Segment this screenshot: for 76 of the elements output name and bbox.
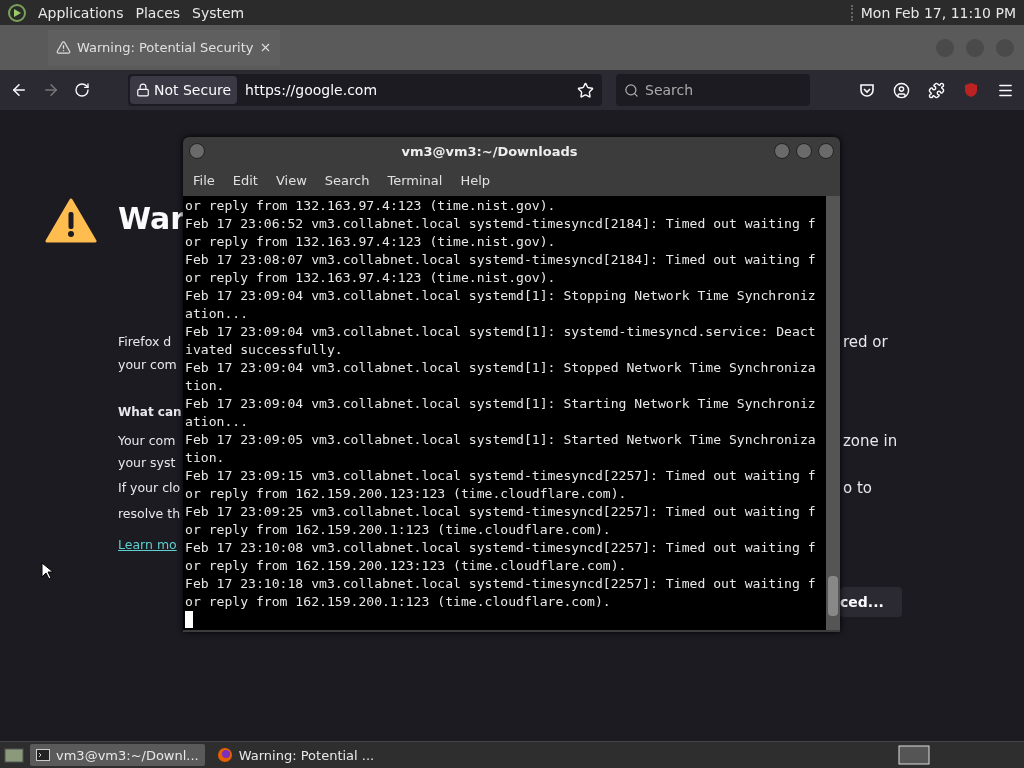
- scrollbar[interactable]: [826, 196, 840, 630]
- terminal-line: ation...: [185, 413, 250, 431]
- show-desktop-icon[interactable]: [4, 746, 24, 764]
- shield-icon[interactable]: [963, 81, 979, 98]
- terminal-line: Feb 17 23:10:08 vm3.collabnet.local systemd-timesyncd[2257]: Timed out waiting f: [185, 539, 817, 557]
- warning-icon: [56, 40, 71, 55]
- terminal-line: or reply from 132.163.97.4:123 (time.nist.gov).: [185, 269, 557, 287]
- menu-item[interactable]: Search: [324, 173, 370, 188]
- terminal-line: or reply from 162.159.200.123:123 (time.cloudflare.com).: [185, 485, 628, 503]
- back-icon[interactable]: [10, 81, 28, 99]
- section-heading: What can: [118, 404, 182, 421]
- terminal-line: Feb 17 23:09:04 vm3.collabnet.local systemd[1]: systemd-timesyncd.service: Deact: [185, 323, 817, 341]
- terminal-line: Feb 17 23:09:05 vm3.collabnet.local systemd[1]: Started Network Time Synchroniza: [185, 431, 817, 449]
- terminal-line: Feb 17 23:09:15 vm3.collabnet.local systemd-timesyncd[2257]: Timed out waiting f: [185, 467, 817, 485]
- body-text: Firefox d: [118, 333, 172, 351]
- panel-menu[interactable]: System: [192, 4, 245, 21]
- terminal-line: or reply from 132.163.97.4:123 (time.nist.gov).: [185, 233, 557, 251]
- page-heading: War: [118, 201, 186, 236]
- terminal-line: Feb 17 23:09:25 vm3.collabnet.local systemd-timesyncd[2257]: Timed out waiting f: [185, 503, 817, 521]
- terminal-line: tion.: [185, 449, 226, 467]
- advanced-button[interactable]: ced...: [840, 587, 902, 617]
- terminal-line: ivated successfully.: [185, 341, 344, 359]
- body-text: resolve th: [118, 505, 181, 523]
- text-cursor: [185, 611, 193, 628]
- menu-item[interactable]: Edit: [232, 173, 258, 188]
- terminal-line: Feb 17 23:08:07 vm3.collabnet.local systemd-timesyncd[2184]: Timed out waiting f: [185, 251, 817, 269]
- terminal-icon: [36, 749, 50, 761]
- menu-item[interactable]: View: [275, 173, 307, 188]
- close-button[interactable]: [818, 143, 834, 159]
- window-title: vm3@vm3:~/Downloads: [400, 143, 579, 159]
- url-text: https://google.com: [245, 82, 379, 98]
- terminal-line: or reply from 132.163.97.4:123 (time.nist.gov).: [185, 197, 557, 215]
- terminal-line: Feb 17 23:09:04 vm3.collabnet.local systemd[1]: Starting Network Time Synchroniz: [185, 395, 817, 413]
- menu-item[interactable]: Help: [460, 173, 491, 188]
- extensions-icon[interactable]: [928, 81, 945, 99]
- forward-icon[interactable]: [42, 81, 60, 99]
- browser-tab[interactable]: Warning: Potential Security: [48, 29, 281, 66]
- terminal-line: Feb 17 23:10:18 vm3.collabnet.local systemd-timesyncd[2257]: Timed out waiting f: [185, 575, 817, 593]
- clock[interactable]: Mon Feb 17, 11:10 PM: [850, 4, 1016, 21]
- terminal-line: Feb 17 23:09:04 vm3.collabnet.local systemd[1]: Stopped Network Time Synchroniza: [185, 359, 817, 377]
- distro-logo-icon[interactable]: [8, 3, 26, 22]
- body-text: red or: [842, 333, 888, 351]
- reload-icon[interactable]: [74, 82, 90, 98]
- search-icon: [624, 82, 639, 98]
- body-text: your com: [118, 356, 177, 374]
- taskbar-item[interactable]: Warning: Potential ...: [210, 744, 381, 766]
- maximize-button[interactable]: [796, 143, 812, 159]
- body-text: If your clo: [118, 479, 181, 497]
- terminal-line: or reply from 162.159.200.123:123 (time.cloudflare.com).: [185, 557, 628, 575]
- mouse-pointer-icon: [41, 562, 53, 580]
- terminal-line: or reply from 162.159.200.1:123 (time.cloudflare.com).: [185, 521, 612, 539]
- terminal-line: Feb 17 23:06:52 vm3.collabnet.local systemd-timesyncd[2184]: Timed out waiting f: [185, 215, 817, 233]
- menu-item[interactable]: Terminal: [387, 173, 443, 188]
- window-menu-button[interactable]: [189, 143, 205, 159]
- panel-menu[interactable]: Places: [135, 4, 181, 21]
- terminal-line: Feb 17 23:09:04 vm3.collabnet.local systemd[1]: Stopping Network Time Synchroniz: [185, 287, 817, 305]
- panel-menu[interactable]: Applications: [38, 4, 124, 21]
- minimize-button[interactable]: [774, 143, 790, 159]
- browser-icon: [216, 747, 233, 763]
- body-text: Your com: [118, 432, 176, 450]
- security-indicator[interactable]: Not Secure: [130, 76, 238, 104]
- url-bar[interactable]: Not Secure https://google.com: [128, 74, 602, 106]
- bookmark-star-icon[interactable]: [577, 81, 594, 99]
- learn-more-link[interactable]: Learn mo: [118, 525, 177, 565]
- terminal-line: tion.: [185, 377, 226, 395]
- search-field[interactable]: Search: [616, 74, 810, 106]
- warning-icon: [45, 198, 97, 244]
- body-text: o to: [842, 479, 872, 497]
- account-icon[interactable]: [893, 81, 910, 99]
- terminal-line: or reply from 162.159.200.1:123 (time.cloudflare.com).: [185, 593, 612, 611]
- menu-item[interactable]: File: [193, 173, 215, 188]
- terminal-line: ation...: [185, 305, 250, 323]
- body-text: your syst: [118, 454, 176, 472]
- taskbar-item[interactable]: vm3@vm3:~/Downl...: [30, 744, 205, 766]
- body-text: zone in: [842, 432, 898, 450]
- workspace-switcher-icon[interactable]: [898, 745, 930, 765]
